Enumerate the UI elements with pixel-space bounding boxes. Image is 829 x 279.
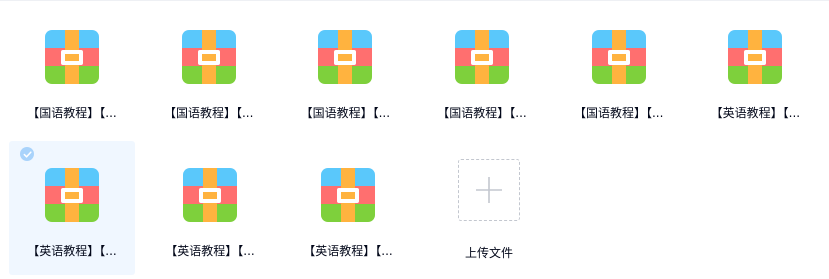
top-divider	[0, 0, 829, 1]
archive-icon	[181, 30, 236, 84]
file-tile[interactable]: 【英语教程】【...	[285, 141, 411, 275]
file-name: 【英语教程】【...	[165, 244, 255, 258]
file-name: 【国语教程】【...	[437, 106, 527, 120]
file-tile[interactable]: 【英语教程】【...	[692, 3, 817, 137]
file-name: 【国语教程】【...	[573, 106, 664, 120]
file-tile[interactable]: 【国语教程】【...	[556, 3, 681, 137]
archive-icon	[455, 30, 510, 84]
file-row: 【国语教程】【... 【国语教程】【... 【国语教程】【... 【国语教程】【…	[9, 3, 829, 137]
archive-icon	[45, 168, 99, 222]
file-name: 【英语教程】【...	[303, 244, 393, 258]
file-tile[interactable]: 【英语教程】【...	[147, 141, 273, 275]
archive-icon	[183, 168, 237, 222]
plus-icon	[476, 177, 502, 203]
file-tile-selected[interactable]: 【英语教程】【...	[9, 141, 135, 275]
file-tile[interactable]: 【国语教程】【...	[282, 3, 407, 137]
file-name: 【英语教程】【...	[27, 244, 117, 258]
file-name: 【国语教程】【...	[163, 106, 254, 120]
upload-tile[interactable]: 上传文件	[423, 141, 549, 275]
archive-icon	[318, 30, 373, 84]
check-icon[interactable]	[20, 147, 34, 161]
file-grid: 【国语教程】【... 【国语教程】【... 【国语教程】【... 【国语教程】【…	[9, 3, 829, 279]
archive-icon	[321, 168, 375, 222]
file-tile[interactable]: 【国语教程】【...	[9, 3, 134, 137]
file-tile[interactable]: 【国语教程】【...	[146, 3, 271, 137]
file-tile[interactable]: 【国语教程】【...	[419, 3, 544, 137]
archive-icon	[728, 30, 783, 84]
file-row: 【英语教程】【... 【英语教程】【... 【英语教程】【... 上传文件	[9, 141, 829, 275]
archive-icon	[45, 30, 99, 84]
archive-icon	[591, 30, 646, 84]
upload-button[interactable]	[458, 159, 520, 221]
file-name: 【国语教程】【...	[27, 106, 117, 120]
upload-label: 上传文件	[464, 246, 513, 260]
file-name: 【国语教程】【...	[300, 106, 391, 120]
file-name: 【英语教程】【...	[710, 106, 801, 120]
